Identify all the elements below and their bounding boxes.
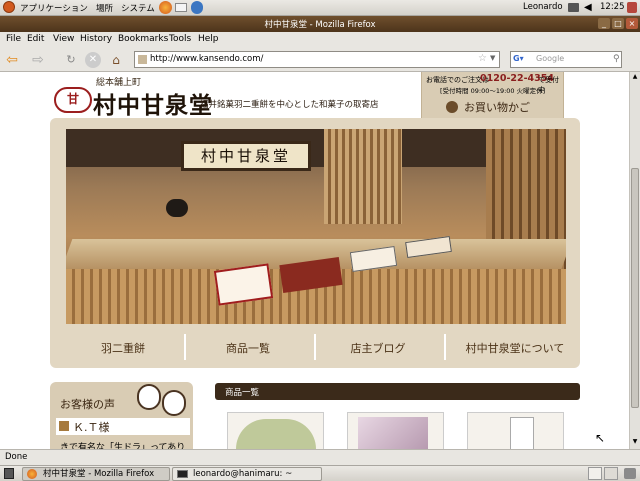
bottom-taskbar: 村中甘泉堂 - Mozilla Firefox leonardo@hanimar… (0, 465, 640, 481)
firefox-icon (27, 469, 37, 479)
menu-bar: File Edit View History Bookmarks Tools H… (0, 32, 640, 48)
search-bar[interactable]: G▾ Google ⚲ (510, 51, 622, 68)
panel-menu-applications[interactable]: アプリケーション (20, 2, 88, 14)
close-button[interactable]: × (626, 18, 638, 29)
scroll-thumb[interactable] (631, 168, 639, 408)
nav-divider (184, 334, 186, 360)
ubuntu-logo-icon[interactable] (3, 1, 15, 13)
product-thumbnail[interactable] (227, 412, 324, 449)
network-icon[interactable] (568, 3, 579, 12)
customer-name[interactable]: Ｋ.Ｔ様 (73, 419, 110, 435)
products-heading: 商品一覧 (225, 388, 260, 398)
show-desktop-icon[interactable] (4, 468, 14, 479)
menu-tools[interactable]: Tools (169, 34, 191, 44)
product-image (358, 417, 428, 449)
site-tagline: 福井銘菓羽二重餅を中心とした和菓子の取寄店 (200, 100, 379, 110)
product-thumbnail[interactable] (347, 412, 444, 449)
web-page: 甘 総本舗上町 村中甘泉堂 福井銘菓羽二重餅を中心とした和菓子の取寄店 お電話で… (0, 72, 629, 449)
task-firefox-label[interactable]: 村中甘泉堂 - Mozilla Firefox (43, 469, 154, 479)
window-titlebar: 村中甘泉堂 - Mozilla Firefox _ □ × (0, 16, 640, 32)
photo-lattice-screen (324, 129, 402, 224)
status-bar: Done (0, 449, 640, 465)
customer-voice-box: お客様の声 Ｋ.Ｔ様 きで有名な「生ドラ」ってありま (50, 382, 193, 449)
site-logo[interactable]: 村中甘泉堂 (93, 86, 213, 120)
menu-edit[interactable]: Edit (27, 34, 44, 44)
product-thumbnail[interactable] (467, 412, 564, 449)
workspace-2-icon[interactable] (604, 467, 618, 480)
home-icon[interactable]: ⌂ (108, 52, 124, 68)
task-terminal[interactable]: leonardo@hanimaru: ~ (172, 467, 322, 481)
menu-history[interactable]: History (80, 34, 112, 44)
product-image (510, 417, 534, 449)
url-text[interactable]: http://www.kansendo.com/ (150, 54, 263, 64)
face-icon (137, 384, 161, 410)
mouse-pointer-icon: ↖ (595, 431, 606, 445)
help-launcher-icon[interactable] (191, 1, 203, 14)
window-title: 村中甘泉堂 - Mozilla Firefox (264, 20, 376, 30)
customer-name-row[interactable]: Ｋ.Ｔ様 (56, 418, 190, 435)
cart-link[interactable]: お買い物かご (464, 99, 530, 115)
menu-bookmarks[interactable]: Bookmarks (118, 34, 168, 44)
scroll-up-icon[interactable]: ▲ (631, 73, 639, 82)
vertical-scrollbar[interactable]: ▲ ▼ (629, 72, 640, 449)
hero-frame: 村中甘泉堂 羽二重餅 商品一覧 店主ブログ 村中甘泉堂について (50, 118, 580, 368)
panel-clock[interactable]: 12:25 (600, 2, 625, 12)
google-engine-icon[interactable]: G▾ (513, 54, 531, 65)
business-hours: [受付時間 09:00～19:00 火曜定休] (440, 87, 546, 95)
photo-kettle (166, 199, 188, 217)
volume-icon[interactable]: ◀ (584, 2, 592, 13)
search-magnifier-icon[interactable]: ⚲ (613, 54, 620, 64)
search-placeholder[interactable]: Google (536, 54, 564, 63)
workspace-1-icon[interactable] (588, 467, 602, 480)
nav-about[interactable]: 村中甘泉堂について (452, 340, 578, 356)
status-text: Done (5, 452, 28, 462)
product-image (236, 419, 316, 449)
task-firefox[interactable]: 村中甘泉堂 - Mozilla Firefox (22, 467, 170, 481)
forward-icon[interactable]: ⇨ (30, 52, 46, 68)
nav-divider (314, 334, 316, 360)
reload-icon[interactable]: ↻ (63, 52, 79, 68)
trash-icon[interactable] (624, 468, 636, 479)
stop-icon[interactable]: ✕ (85, 52, 101, 68)
nav-habutae-mochi[interactable]: 羽二重餅 (63, 340, 183, 356)
firefox-launcher-icon[interactable] (159, 1, 172, 14)
navigation-toolbar: ⇦ ⇨ ↻ ✕ ⌂ http://www.kansendo.com/ ☆ ▼ G… (0, 48, 640, 72)
customer-voice-heading: お客様の声 (60, 398, 115, 411)
cart-bag-icon[interactable] (446, 101, 458, 113)
arrow-bullet-icon (59, 421, 69, 431)
scroll-down-icon[interactable]: ▼ (631, 438, 639, 447)
bookmark-star-icon[interactable]: ☆ (478, 53, 487, 64)
photo-signboard: 村中甘泉堂 (181, 141, 311, 171)
panel-menu-places[interactable]: 場所 (96, 2, 113, 14)
panel-menu-system[interactable]: システム (121, 2, 155, 14)
shop-interior-photo: 村中甘泉堂 (66, 129, 566, 324)
face-icon (162, 390, 186, 416)
nav-owner-blog[interactable]: 店主ブログ (318, 340, 438, 356)
customer-comment: きで有名な「生ドラ」ってありま (60, 443, 186, 449)
history-dropdown-icon[interactable]: ▼ (490, 54, 495, 62)
menu-help[interactable]: Help (198, 34, 219, 44)
task-terminal-label[interactable]: leonardo@hanimaru: ~ (193, 469, 292, 479)
top-panel: アプリケーション 場所 システム Leonardo ◀ 12:25 (0, 0, 640, 16)
url-bar[interactable]: http://www.kansendo.com/ ☆ ▼ (134, 51, 500, 68)
mail-launcher-icon[interactable] (175, 3, 187, 12)
panel-user-name[interactable]: Leonardo (523, 2, 563, 12)
power-icon[interactable] (627, 2, 637, 13)
nav-products[interactable]: 商品一覧 (188, 340, 308, 356)
products-header: 商品一覧 (215, 383, 580, 400)
nav-divider (444, 334, 446, 360)
minimize-button[interactable]: _ (598, 18, 610, 29)
site-favicon-icon (138, 55, 147, 64)
menu-view[interactable]: View (53, 34, 74, 44)
menu-file[interactable]: File (6, 34, 21, 44)
back-icon[interactable]: ⇦ (4, 52, 20, 68)
terminal-icon (177, 470, 188, 478)
maximize-button[interactable]: □ (612, 18, 624, 29)
logo-mark-icon[interactable]: 甘 (54, 87, 92, 113)
